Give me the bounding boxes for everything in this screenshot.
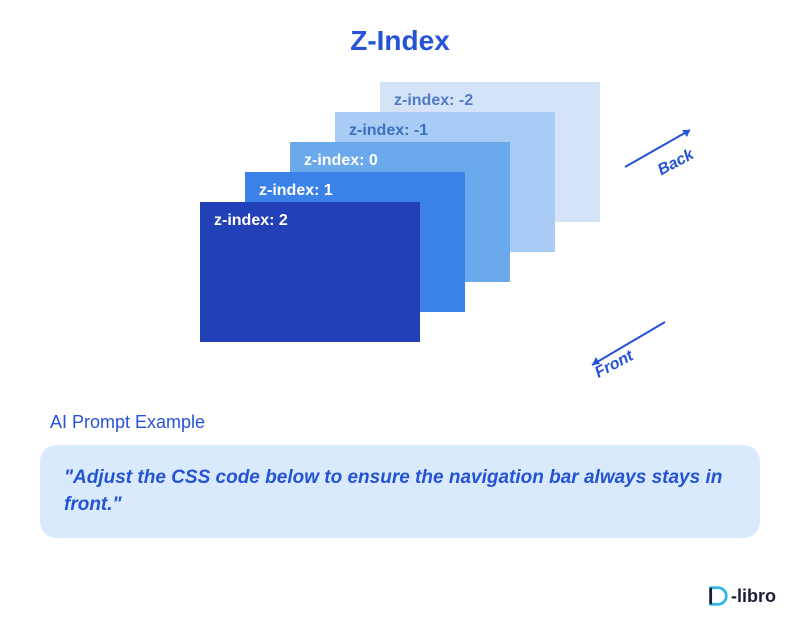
prompt-heading: AI Prompt Example — [50, 412, 760, 433]
brand-logo: -libro — [707, 585, 776, 607]
prompt-box: "Adjust the CSS code below to ensure the… — [40, 445, 760, 538]
prompt-section: AI Prompt Example "Adjust the CSS code b… — [40, 412, 760, 538]
prompt-text: "Adjust the CSS code below to ensure the… — [64, 465, 736, 518]
logo-text: -libro — [731, 586, 776, 607]
page-title: Z-Index — [0, 25, 800, 57]
zindex-diagram: z-index: -2 z-index: -1 z-index: 0 z-ind… — [150, 82, 650, 362]
layer-two: z-index: 2 — [200, 202, 420, 342]
logo-d-icon — [707, 585, 729, 607]
